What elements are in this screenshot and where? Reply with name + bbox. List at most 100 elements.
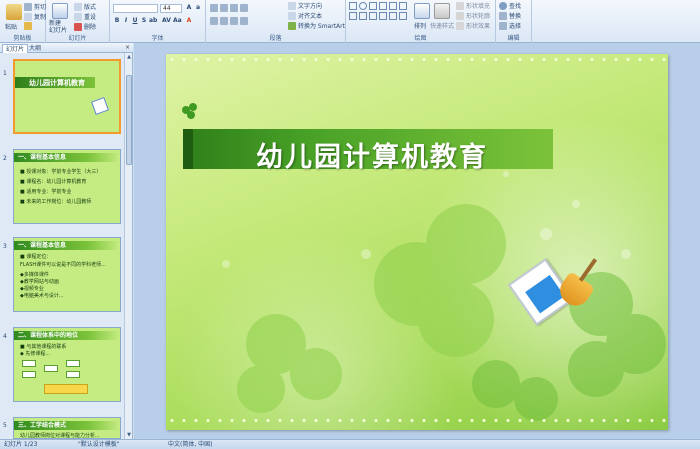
delete-button[interactable]: 删除	[74, 22, 96, 31]
arrange-button[interactable]: 排列	[414, 21, 426, 30]
font-size-box[interactable]: 44	[160, 4, 182, 13]
paste-button[interactable]: 粘贴	[5, 22, 17, 31]
slides-group: 新建 幻灯片 版式 重设 删除 幻灯片	[46, 0, 110, 43]
align-left-icon[interactable]	[210, 17, 218, 25]
slide-thumbnail-1[interactable]: 幼儿园计算机教育	[13, 59, 121, 134]
arrange-icon[interactable]	[414, 3, 430, 19]
shape-triangle-icon[interactable]	[389, 2, 397, 10]
quick-styles-button[interactable]: 快速样式	[430, 21, 454, 30]
align-text-icon	[288, 11, 296, 20]
scroll-up-icon[interactable]: ▲	[125, 53, 133, 61]
format-painter-button[interactable]	[24, 22, 32, 30]
shape-oval-icon[interactable]	[359, 2, 367, 10]
quick-styles-icon[interactable]	[434, 3, 450, 19]
scroll-down-icon[interactable]: ▼	[125, 431, 133, 439]
decrease-indent-icon[interactable]	[230, 4, 238, 12]
thumb-number: 3	[3, 243, 7, 250]
align-center-icon[interactable]	[220, 17, 228, 25]
text-direction-button[interactable]: 文字方向	[288, 1, 322, 10]
clipboard-group: 粘贴 剪切 复制 剪贴板	[0, 0, 46, 43]
case-icon[interactable]: Aa	[173, 17, 182, 25]
select-icon	[499, 21, 507, 30]
diagram-box	[22, 360, 36, 367]
shape-outline-button[interactable]: 形状轮廓	[456, 11, 490, 20]
bottom-dot-border	[166, 418, 668, 423]
shape-arrow-icon[interactable]	[379, 2, 387, 10]
eraser-blue	[525, 274, 565, 314]
editing-group: 查找 替换 选择 编辑	[496, 0, 532, 43]
slide-thumbnail-4[interactable]: 二、课程体系中的地位 ■ 与其他课程的联系 ◆ 先修课程...	[13, 327, 121, 402]
layout-icon	[74, 2, 82, 11]
align-text-button[interactable]: 对齐文本	[288, 11, 322, 20]
shape-curve-icon[interactable]	[399, 2, 407, 10]
diagram-box	[22, 371, 36, 378]
tab-slides[interactable]: 幻灯片	[2, 44, 29, 53]
scroll-thumb[interactable]	[126, 75, 132, 165]
new-slide-button[interactable]: 新建 幻灯片	[49, 20, 67, 34]
cut-button[interactable]: 剪切	[24, 2, 46, 11]
clipboard-label: 剪贴板	[13, 35, 32, 42]
slide-thumbnail-2[interactable]: 一、课程基本信息 ■ 授课对象：学前专业学生（大三） ■ 课程名：幼儿园计算机教…	[13, 149, 121, 224]
font-group: 44 A a B I U S ab AV Aa A 字体	[110, 0, 206, 43]
smartart-icon	[288, 21, 296, 30]
editing-label: 编辑	[507, 35, 520, 42]
copy-button[interactable]: 复制	[24, 12, 46, 21]
thumb-heading: 一、课程基本信息	[14, 153, 120, 162]
strikethrough-icon[interactable]: ab	[149, 17, 157, 25]
shrink-font-icon[interactable]: a	[194, 4, 202, 12]
diagram-box	[66, 371, 80, 378]
title-band-accent	[183, 129, 193, 169]
italic-icon[interactable]: I	[122, 17, 130, 25]
grow-font-icon[interactable]: A	[185, 4, 193, 12]
close-icon[interactable]: ×	[125, 44, 130, 51]
bullets-icon[interactable]	[210, 4, 218, 12]
slide-title[interactable]: 幼儿园计算机教育	[256, 135, 488, 174]
thumb-number: 4	[3, 333, 7, 340]
align-right-icon[interactable]	[230, 17, 238, 25]
shape-rounded-icon[interactable]	[349, 12, 357, 20]
shape-line-icon[interactable]	[369, 2, 377, 10]
increase-indent-icon[interactable]	[240, 4, 248, 12]
pane-tabs: 幻灯片 大纲 ×	[0, 43, 133, 53]
thumb-line: ◆ 先修课程...	[20, 351, 51, 357]
replace-button[interactable]: 替换	[499, 11, 521, 20]
paste-icon[interactable]	[6, 4, 22, 20]
theme-name[interactable]: "默认设计模板"	[78, 440, 120, 449]
pane-scrollbar[interactable]: ▲ ▼	[124, 53, 132, 439]
font-name-box[interactable]	[113, 4, 158, 13]
numbering-icon[interactable]	[220, 4, 228, 12]
tab-outline[interactable]: 大纲	[26, 44, 44, 53]
underline-icon[interactable]: U	[131, 17, 139, 25]
thumb-line: ◆视频专业	[20, 286, 44, 292]
shape-fill-button[interactable]: 形状填充	[456, 1, 490, 10]
font-label: 字体	[151, 35, 164, 42]
current-slide[interactable]: 幼儿园计算机教育	[166, 54, 668, 430]
find-button[interactable]: 查找	[499, 1, 521, 10]
shape-brace-icon[interactable]	[379, 12, 387, 20]
slide-thumbnail-5[interactable]: 三、工学结合模式 幼儿园教师岗位对课程与能力分析...	[13, 417, 121, 439]
language-indicator[interactable]: 中文(简体, 中国)	[168, 440, 213, 449]
shadow-icon[interactable]: S	[140, 17, 148, 25]
thumb-line: ■ 适用专业：学前专业	[20, 189, 72, 195]
shape-callout-icon[interactable]	[369, 12, 377, 20]
shape-rect-icon[interactable]	[349, 2, 357, 10]
bold-icon[interactable]: B	[113, 17, 121, 25]
new-slide-icon[interactable]	[52, 3, 68, 19]
fill-icon	[456, 1, 464, 10]
shape-more-icon[interactable]	[399, 12, 407, 20]
smartart-button[interactable]: 转换为 SmartArt	[288, 21, 345, 30]
justify-icon[interactable]	[240, 17, 248, 25]
reset-button[interactable]: 重设	[74, 12, 96, 21]
shape-heart-icon[interactable]	[389, 12, 397, 20]
effects-icon	[456, 21, 464, 30]
shape-star-icon[interactable]	[359, 12, 367, 20]
slide-thumbnail-3[interactable]: 一、课程基本信息 ■ 课程定位： FLASH课件可以说是不同的学科老师... ◆…	[13, 237, 121, 312]
thumb-heading: 三、工学结合模式	[14, 421, 120, 430]
thumb-line: ■ 课程定位：	[20, 254, 52, 260]
thumb-number: 5	[3, 422, 7, 429]
layout-button[interactable]: 版式	[74, 2, 96, 11]
spacing-icon[interactable]: AV	[162, 17, 171, 25]
font-color-icon[interactable]: A	[185, 17, 193, 25]
shape-effects-button[interactable]: 形状效果	[456, 21, 490, 30]
select-button[interactable]: 选择	[499, 21, 521, 30]
